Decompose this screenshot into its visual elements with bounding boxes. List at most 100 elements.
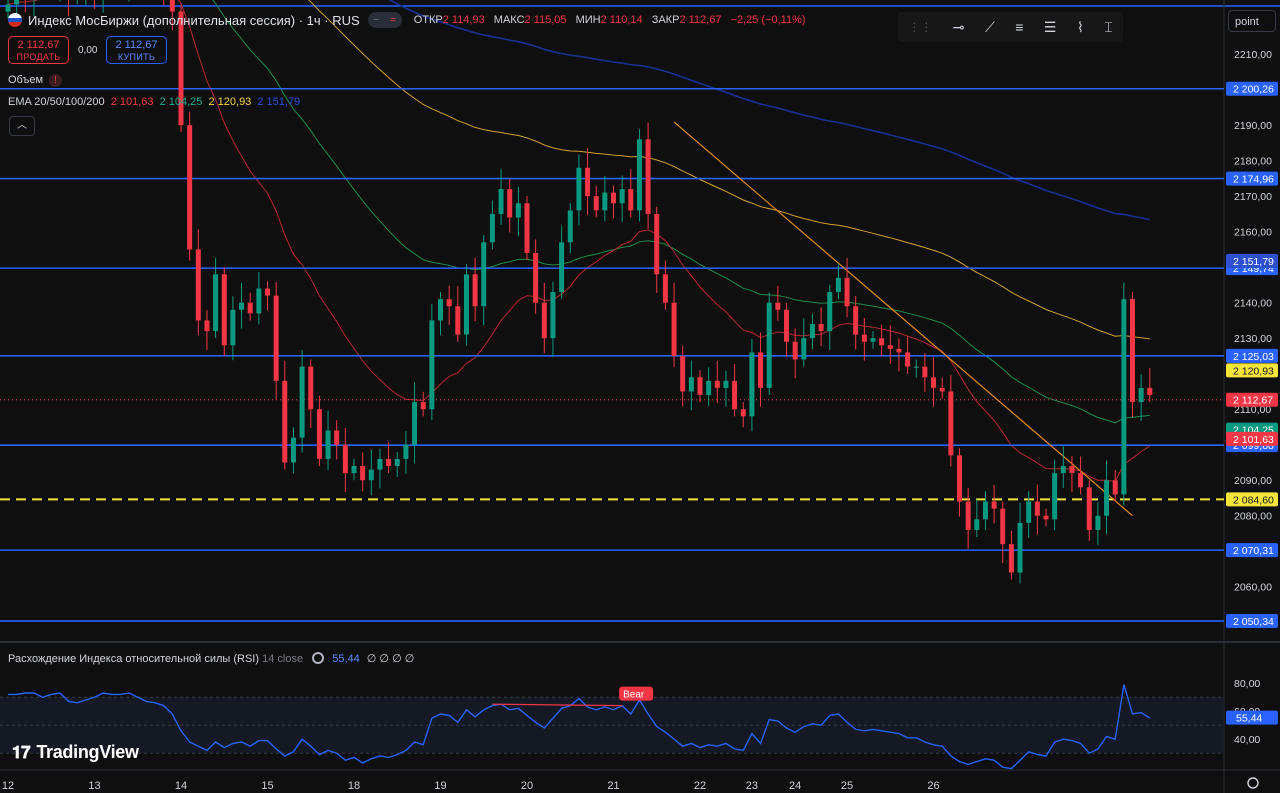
candle-body (879, 338, 885, 346)
candle-body (792, 341, 798, 360)
candle-body (714, 380, 720, 388)
y-tick-label-10: 2060,00 (1234, 582, 1272, 594)
candle-body (697, 377, 703, 396)
level-price-tag-6: 2 050,34 (1233, 616, 1274, 628)
fib-tool-icon[interactable]: ≡ (1015, 19, 1023, 35)
candle-body (611, 192, 616, 204)
y-tick-label-3: 2170,00 (1234, 191, 1272, 203)
candle-body (446, 299, 452, 307)
x-tick-label-6: 20 (521, 780, 533, 792)
rsi-legend-value: 55,44 (332, 653, 360, 665)
candle-body (195, 249, 201, 321)
drawing-toolbar: ⋮⋮ ⊸ ⟋ ≡ ☰ ⌇ ⌶ (898, 12, 1123, 42)
candle-body (948, 391, 954, 456)
collapse-legend-button[interactable]: ︿ (9, 116, 35, 136)
horizontal-line-tool-icon[interactable]: ⊸ (953, 19, 965, 36)
rsi-legend[interactable]: Расхождение Индекса относительной силы (… (8, 652, 414, 665)
candle-body (1000, 508, 1006, 545)
price-tag-down: 2 112,67 (1233, 395, 1273, 407)
path-tool-icon[interactable]: ⌇ (1077, 19, 1084, 36)
candle-body (204, 320, 210, 332)
market-status-toggle[interactable]: − ≈ (367, 12, 402, 28)
close-value: 2 112,67 (679, 14, 722, 26)
candle-body (922, 366, 928, 378)
candle-body (766, 302, 772, 388)
trend-line-tool-icon[interactable]: ⟋ (985, 19, 995, 36)
candle-body (758, 352, 764, 388)
symbol-header[interactable]: Индекс МосБиржи (дополнительная сессия) … (8, 11, 812, 29)
candle-body (775, 302, 781, 310)
ema-legend[interactable]: EMA 20/50/100/200 2 101,63 2 104,25 2 12… (8, 96, 300, 108)
level-price-tag-3: 2 125,03 (1233, 351, 1274, 363)
candle-body (334, 430, 340, 445)
tv-logo-icon: 𝟏𝟕 (12, 743, 31, 762)
x-tick-label-2: 14 (175, 780, 187, 792)
buy-button[interactable]: 2 112,67 КУПИТЬ (106, 36, 167, 64)
bear-label: Bear (623, 690, 645, 701)
volume-legend[interactable]: Объем! (8, 74, 63, 87)
candle-body (576, 167, 582, 211)
y-tick-label-6: 2130,00 (1234, 333, 1272, 345)
x-tick-label-8: 22 (694, 780, 706, 792)
candle-body (1078, 473, 1084, 488)
y-tick-label-1: 2190,00 (1234, 120, 1272, 132)
candle-body (420, 402, 426, 410)
candle-body (463, 274, 469, 335)
candle-body (299, 366, 305, 438)
y-tick-label-5: 2140,00 (1234, 298, 1272, 310)
candle-body (732, 380, 738, 410)
candle-body (965, 501, 971, 530)
x-tick-label-7: 21 (607, 780, 619, 792)
warning-icon[interactable]: ! (49, 74, 63, 87)
candle-body (316, 409, 322, 459)
price-tag-ema100: 2 120,93 (1233, 365, 1274, 377)
candle-body (619, 189, 625, 204)
candle-body (1017, 522, 1023, 573)
candle-body (974, 519, 980, 530)
candle-body (481, 242, 487, 307)
candle-body (688, 377, 694, 392)
candle-body (1147, 387, 1153, 396)
rsi-value-tag: 55,44 (1236, 713, 1262, 725)
candle-body (749, 352, 755, 417)
y-tick-label-0: 2210,00 (1234, 49, 1272, 61)
candle-body (1121, 299, 1127, 495)
chart-svg[interactable]: 2210,002190,002180,002170,002160,002140,… (0, 0, 1280, 793)
sell-button[interactable]: 2 112,67 ПРОДАТЬ (8, 36, 69, 64)
point-scale-button[interactable]: point (1228, 10, 1276, 32)
chevron-up-icon: ︿ (17, 120, 27, 131)
tradingview-logo[interactable]: 𝟏𝟕 TradingView (12, 742, 139, 763)
candle-body (835, 277, 841, 293)
rsi-extras: ∅ ∅ ∅ ∅ (366, 653, 415, 665)
buy-label: КУПИТЬ (117, 52, 156, 62)
symbol-title[interactable]: Индекс МосБиржи (дополнительная сессия) … (28, 13, 360, 28)
rsi-settings-icon[interactable] (312, 652, 325, 664)
chart-root: 2210,00 2190,00 2180,00 2170,00 2160,00 2140,… (0, 0, 1280, 793)
spread-value: 0,00 (78, 45, 98, 56)
drag-handle-icon[interactable]: ⋮⋮ (908, 20, 932, 34)
rsi-tick-label-0: 80,00 (1234, 678, 1260, 690)
candle-body (377, 458, 383, 470)
candle-body (533, 252, 539, 303)
parallel-channel-tool-icon[interactable]: ☰ (1044, 19, 1057, 36)
candle-body (239, 302, 245, 310)
minus-icon: − (373, 14, 380, 26)
candle-body (567, 210, 573, 243)
candle-body (939, 387, 945, 392)
candle-body (273, 295, 279, 381)
candle-body (671, 302, 677, 356)
candle-body (861, 334, 867, 342)
high-label: МАКС (493, 14, 525, 26)
candle-body (931, 377, 937, 388)
candle-body (853, 306, 859, 335)
candle-body (706, 380, 712, 396)
text-cursor-tool-icon[interactable]: ⌶ (1104, 19, 1112, 36)
candle-body (247, 302, 253, 314)
price-tag-ema20: 2 101,63 (1233, 434, 1274, 446)
candle-body (472, 274, 478, 307)
candle-body (351, 466, 357, 474)
candle-body (360, 466, 366, 481)
candle-body (515, 203, 521, 218)
candle-body (169, 0, 175, 12)
x-tick-label-11: 25 (841, 780, 853, 792)
